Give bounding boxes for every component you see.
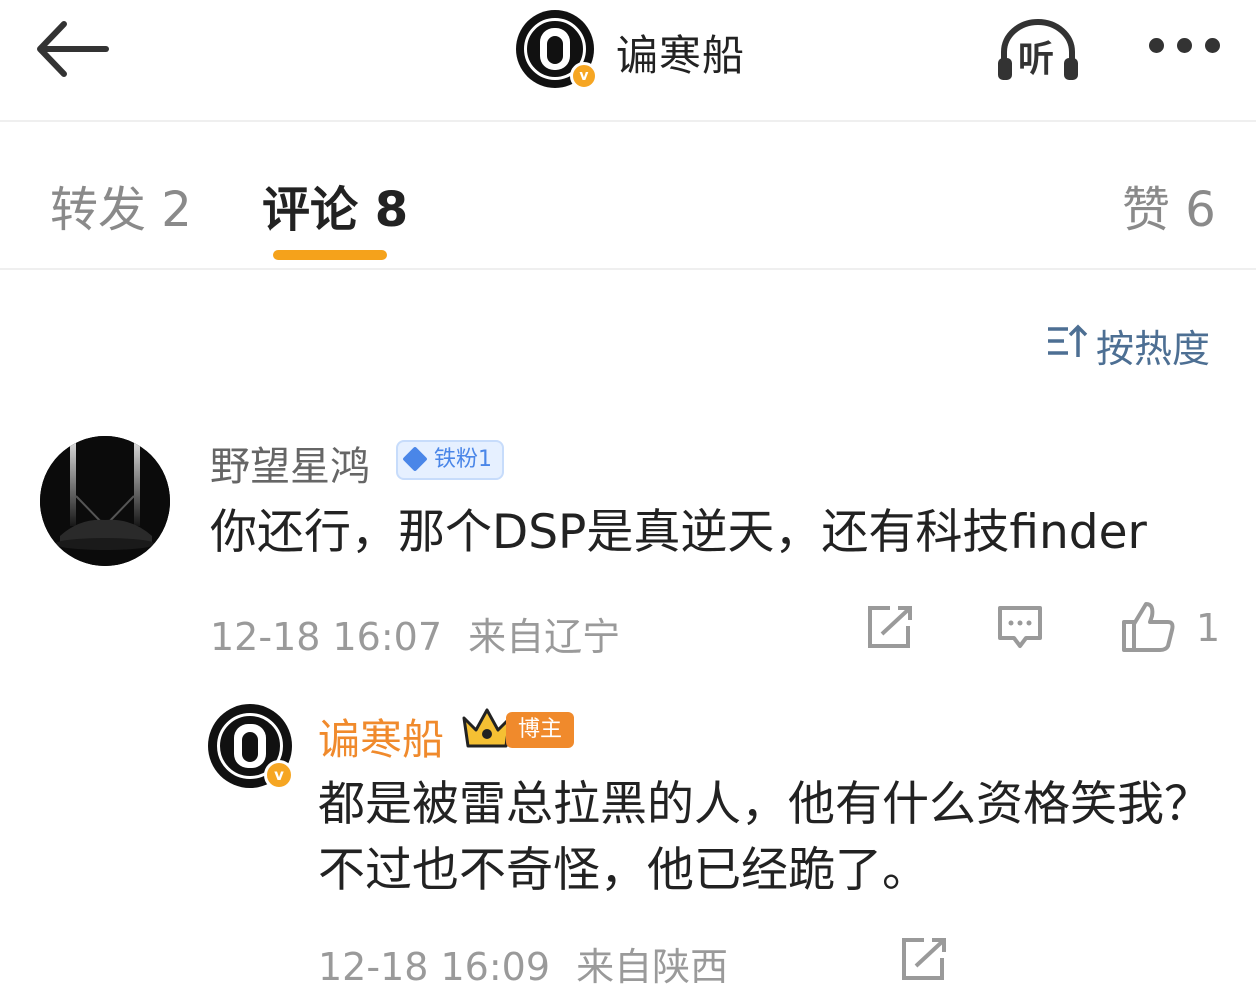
reply-meta: 12-18 16:09 来自陕西	[318, 936, 728, 991]
blogger-badge: 博主	[506, 712, 575, 748]
verified-badge-icon: v	[264, 760, 294, 790]
listen-label: 听	[1018, 39, 1055, 80]
reply-comment-icon[interactable]	[996, 604, 1044, 652]
comment-meta: 12-18 16:07 来自辽宁	[210, 606, 620, 661]
fan-badge-label: 铁粉1	[434, 447, 492, 472]
back-arrow-icon[interactable]	[34, 20, 110, 78]
more-dots-icon[interactable]	[1145, 38, 1225, 56]
tab-likes[interactable]: 赞 6	[1122, 170, 1216, 240]
comment-time: 12-18 16:07	[210, 615, 443, 659]
commenter-avatar[interactable]	[40, 436, 170, 566]
reply-location: 来自陕西	[576, 945, 729, 989]
like-thumb-icon[interactable]	[1120, 600, 1176, 654]
active-tab-indicator	[273, 250, 387, 260]
share-icon[interactable]	[866, 604, 914, 650]
diamond-icon	[402, 446, 428, 472]
reply-avatar[interactable]: v	[208, 704, 294, 790]
blogger-name[interactable]: 谝寒船	[616, 22, 745, 83]
sort-by-hot-button[interactable]: 按热度	[1046, 318, 1211, 371]
tab-bar: 转发 2 评论 8 赞 6	[0, 122, 1256, 270]
reply-text: 都是被雷总拉黑的人，他有什么资格笑我？不过也不奇怪，他已经跪了。	[318, 777, 1211, 898]
comment-location: 来自辽宁	[468, 615, 621, 659]
verified-badge-icon: v	[570, 62, 598, 90]
comment-text: 你还行，那个DSP是真逆天，还有科技finder	[210, 505, 1147, 560]
sort-icon	[1046, 323, 1088, 368]
reply-share-icon[interactable]	[900, 936, 948, 982]
reply-username[interactable]: 谝寒船	[318, 706, 444, 767]
top-bar: v 谝寒船 听	[0, 0, 1256, 122]
reply-time: 12-18 16:09	[318, 945, 551, 989]
tab-reposts[interactable]: 转发 2	[50, 170, 192, 240]
sort-label: 按热度	[1096, 327, 1211, 371]
blogger-avatar[interactable]: v	[516, 10, 598, 90]
tab-comments[interactable]: 评论 8	[262, 170, 408, 240]
listen-headphone-icon[interactable]: 听	[994, 18, 1082, 82]
commenter-name[interactable]: 野望星鸿	[210, 434, 370, 492]
like-count: 1	[1196, 606, 1221, 650]
iron-fan-badge: 铁粉1	[396, 440, 504, 480]
